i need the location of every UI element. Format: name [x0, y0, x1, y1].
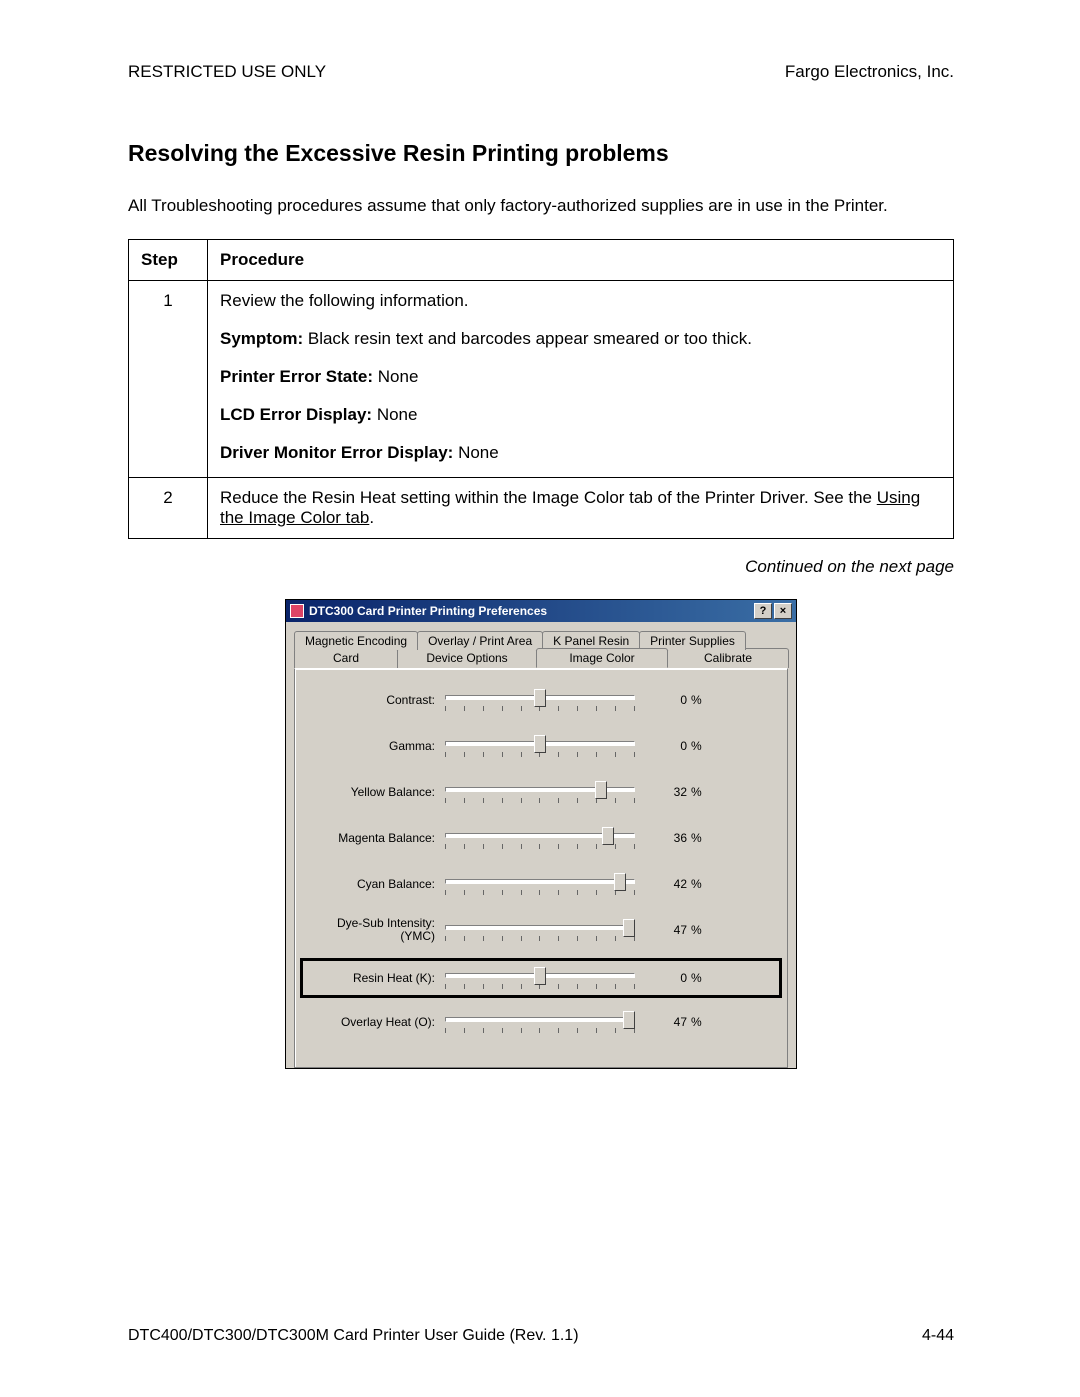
tab-row-front: Card Device Options Image Color Calibrat… [294, 648, 788, 668]
table-header-row: Step Procedure [129, 240, 954, 281]
intro-paragraph: All Troubleshooting procedures assume th… [128, 195, 954, 217]
slider-unit: % [687, 693, 709, 707]
step2-text-b: . [369, 508, 374, 527]
footer-left: DTC400/DTC300/DTC300M Card Printer User … [128, 1327, 579, 1345]
dme-text: None [458, 443, 499, 462]
procedure-lead: Review the following information. [220, 291, 941, 311]
slider-track[interactable] [445, 733, 635, 759]
slider-unit: % [687, 877, 709, 891]
slider-thumb[interactable] [614, 873, 626, 891]
help-button[interactable]: ? [754, 603, 772, 619]
slider-row: Yellow Balance: 32% [305, 779, 777, 805]
tabs-area: Magnetic Encoding Overlay / Print Area K… [286, 622, 796, 1068]
slider-track[interactable] [445, 779, 635, 805]
slider-label: Contrast: [305, 694, 445, 707]
slider-track[interactable] [445, 825, 635, 851]
lcd-text: None [377, 405, 418, 424]
slider-value: 36 [635, 831, 687, 845]
slider-unit: % [687, 831, 709, 845]
slider-value: 42 [635, 877, 687, 891]
step-number: 1 [129, 281, 208, 478]
table-row: 1 Review the following information. Symp… [129, 281, 954, 478]
header-step: Step [129, 240, 208, 281]
slider-thumb[interactable] [534, 689, 546, 707]
slider-row: Overlay Heat (O): 47% [305, 1009, 777, 1035]
page-header: RESTRICTED USE ONLY Fargo Electronics, I… [128, 62, 954, 82]
slider-row: Contrast: 0% [305, 687, 777, 713]
tab-panel-image-color: Contrast:0%Gamma:0%Yellow Balance:32%Mag… [294, 668, 788, 1068]
step-number: 2 [129, 478, 208, 539]
slider-value: 47 [635, 1015, 687, 1029]
slider-label: Cyan Balance: [305, 878, 445, 891]
slider-thumb[interactable] [534, 967, 546, 985]
header-right: Fargo Electronics, Inc. [785, 62, 954, 82]
slider-value: 0 [635, 739, 687, 753]
slider-row: Gamma: 0% [305, 733, 777, 759]
titlebar: DTC300 Card Printer Printing Preferences… [286, 600, 796, 622]
symptom-text: Black resin text and barcodes appear sme… [308, 329, 752, 348]
tab-calibrate[interactable]: Calibrate [667, 648, 789, 668]
table-row: 2 Reduce the Resin Heat setting within t… [129, 478, 954, 539]
slider-row: Magenta Balance: 36% [305, 825, 777, 851]
slider-label: Yellow Balance: [305, 786, 445, 799]
slider-row: Cyan Balance: 42% [305, 871, 777, 897]
continued-note: Continued on the next page [128, 557, 954, 577]
slider-track[interactable] [445, 965, 635, 991]
lcd-error-line: LCD Error Display: None [220, 405, 941, 425]
symptom-line: Symptom: Black resin text and barcodes a… [220, 329, 941, 349]
symptom-label: Symptom: [220, 329, 303, 348]
step2-text-a: Reduce the Resin Heat setting within the… [220, 488, 877, 507]
lcd-label: LCD Error Display: [220, 405, 372, 424]
step-procedure: Review the following information. Sympto… [208, 281, 954, 478]
slider-value: 47 [635, 923, 687, 937]
slider-label: Magenta Balance: [305, 832, 445, 845]
dialog-title: DTC300 Card Printer Printing Preferences [309, 604, 547, 618]
step-procedure: Reduce the Resin Heat setting within the… [208, 478, 954, 539]
header-procedure: Procedure [208, 240, 954, 281]
slider-track[interactable] [445, 687, 635, 713]
steps-table: Step Procedure 1 Review the following in… [128, 239, 954, 539]
dme-label: Driver Monitor Error Display: [220, 443, 453, 462]
header-left: RESTRICTED USE ONLY [128, 62, 326, 82]
slider-unit: % [687, 785, 709, 799]
close-button[interactable]: × [774, 603, 792, 619]
tab-device-options[interactable]: Device Options [397, 648, 537, 668]
slider-row: Resin Heat (K): 0% [303, 961, 779, 995]
slider-unit: % [687, 1015, 709, 1029]
slider-label: Dye-Sub Intensity:(YMC) [305, 917, 445, 943]
slider-unit: % [687, 739, 709, 753]
pes-text: None [378, 367, 419, 386]
printer-error-state-line: Printer Error State: None [220, 367, 941, 387]
tab-overlay-print-area[interactable]: Overlay / Print Area [417, 631, 543, 650]
slider-label: Gamma: [305, 740, 445, 753]
tab-image-color[interactable]: Image Color [536, 648, 668, 668]
slider-track[interactable] [445, 871, 635, 897]
footer-right: 4-44 [922, 1327, 954, 1345]
slider-track[interactable] [445, 1009, 635, 1035]
slider-value: 0 [635, 971, 687, 985]
slider-label: Resin Heat (K): [305, 972, 445, 985]
slider-label: Overlay Heat (O): [305, 1016, 445, 1029]
slider-thumb[interactable] [623, 1011, 635, 1029]
slider-thumb[interactable] [595, 781, 607, 799]
slider-thumb[interactable] [534, 735, 546, 753]
printer-icon [290, 604, 304, 618]
slider-thumb[interactable] [602, 827, 614, 845]
slider-unit: % [687, 971, 709, 985]
pes-label: Printer Error State: [220, 367, 373, 386]
slider-track[interactable] [445, 917, 635, 943]
document-page: RESTRICTED USE ONLY Fargo Electronics, I… [0, 0, 1080, 1397]
tab-magnetic-encoding[interactable]: Magnetic Encoding [294, 631, 418, 650]
slider-row: Dye-Sub Intensity:(YMC) 47% [305, 917, 777, 943]
slider-value: 32 [635, 785, 687, 799]
page-title: Resolving the Excessive Resin Printing p… [128, 140, 954, 167]
preferences-dialog: DTC300 Card Printer Printing Preferences… [285, 599, 797, 1069]
slider-thumb[interactable] [623, 919, 635, 937]
driver-monitor-error-line: Driver Monitor Error Display: None [220, 443, 941, 463]
slider-value: 0 [635, 693, 687, 707]
slider-unit: % [687, 923, 709, 937]
tab-row-back: Magnetic Encoding Overlay / Print Area K… [294, 630, 788, 649]
tab-card[interactable]: Card [294, 648, 398, 668]
page-footer: DTC400/DTC300/DTC300M Card Printer User … [128, 1327, 954, 1345]
